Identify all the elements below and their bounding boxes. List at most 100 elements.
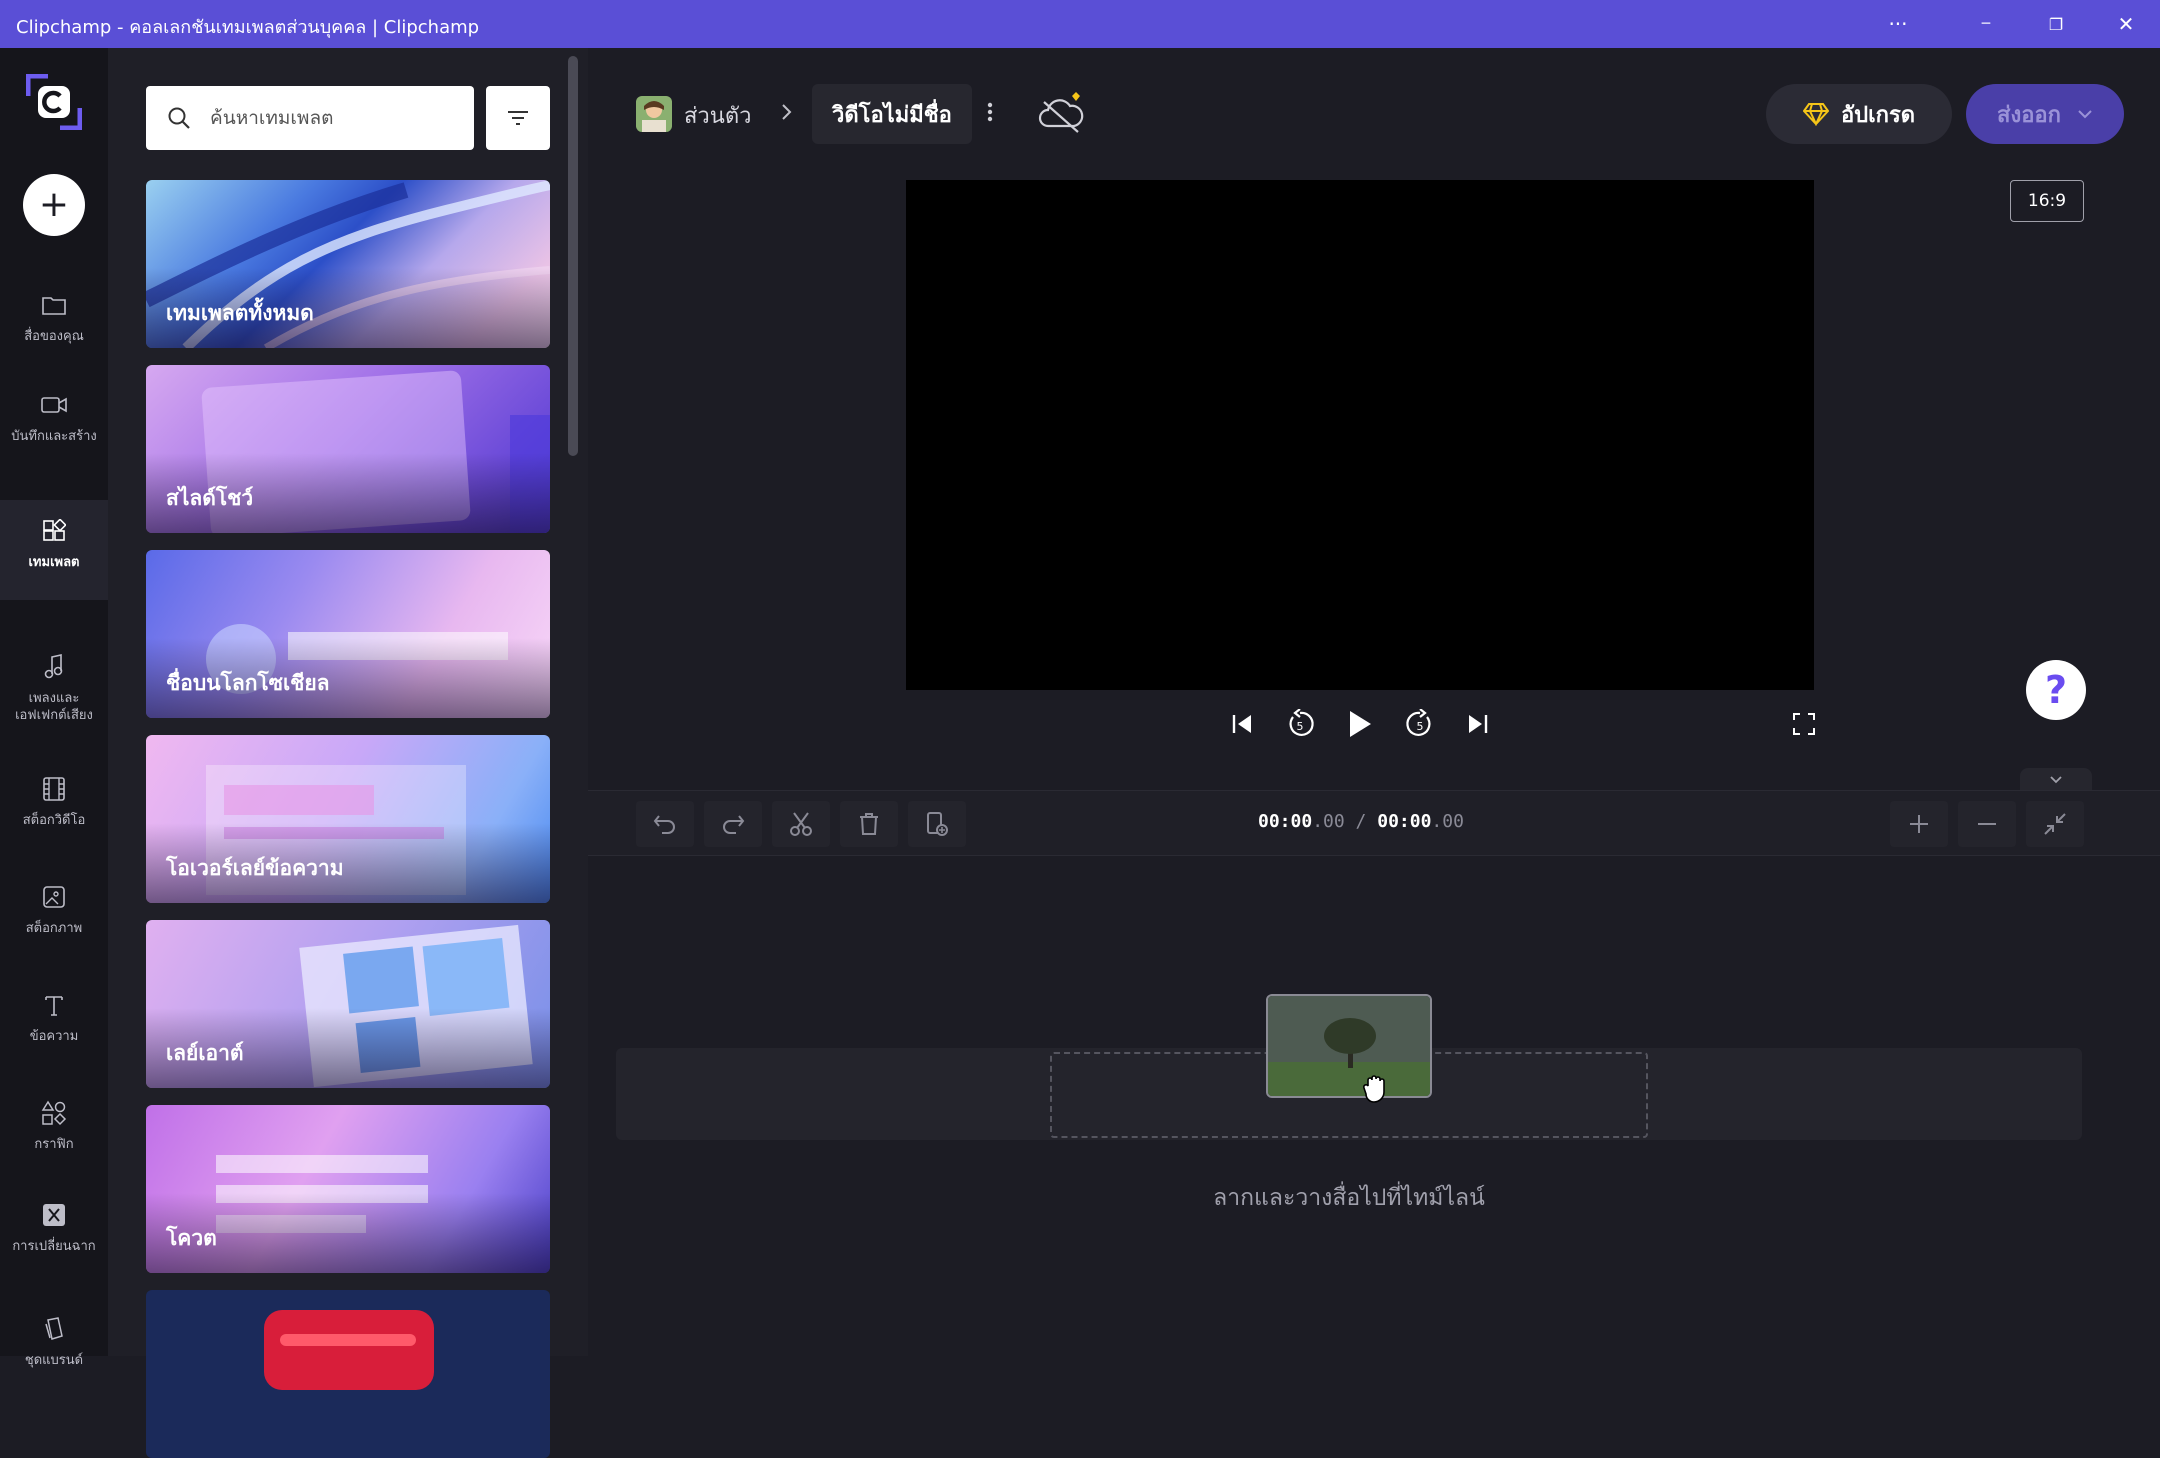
chevron-down-icon bbox=[2050, 776, 2062, 784]
video-camera-icon bbox=[39, 390, 69, 420]
rail-item-label: สื่อของคุณ bbox=[24, 329, 84, 344]
rail-item-label: เพลงและเอฟเฟกต์เสียง bbox=[15, 691, 93, 723]
template-search-input[interactable] bbox=[210, 107, 450, 129]
rail-item-your-media[interactable]: สื่อของคุณ bbox=[0, 290, 108, 374]
plus-icon: + bbox=[38, 184, 70, 225]
fullscreen-icon bbox=[1793, 713, 1815, 735]
avatar[interactable] bbox=[636, 96, 672, 132]
skip-to-end-button[interactable] bbox=[1458, 704, 1498, 744]
upgrade-label: อัปเกรด bbox=[1840, 102, 1916, 128]
aspect-ratio-button[interactable]: 16:9 bbox=[2010, 180, 2084, 222]
template-card-text-overlays[interactable]: โอเวอร์เลย์ข้อความ bbox=[146, 735, 550, 903]
filter-button[interactable] bbox=[486, 86, 550, 150]
rail-item-music-sfx[interactable]: เพลงและเอฟเฟกต์เสียง bbox=[0, 602, 108, 742]
left-navigation-rail: + สื่อของคุณ บันทึกและสร้าง เทมเพลต เพลง… bbox=[0, 48, 108, 1368]
forward-5-icon: 5 bbox=[1406, 709, 1431, 736]
collapse-timeline-button[interactable] bbox=[2020, 768, 2092, 792]
fit-timeline-button[interactable] bbox=[2026, 801, 2084, 847]
rail-item-label: สต็อกวิดีโอ bbox=[22, 813, 86, 828]
forward-5s-button[interactable]: 5 bbox=[1400, 704, 1440, 744]
restore-button[interactable]: ❐ bbox=[2022, 0, 2090, 48]
template-card-more[interactable] bbox=[146, 1290, 550, 1458]
scissors-icon bbox=[790, 812, 812, 836]
timeline-toolbar: 00:00.00 / 00:00.00 bbox=[588, 790, 2160, 856]
filter-icon bbox=[508, 111, 528, 125]
drop-hint-text: ลากและวางสื่อไปที่ไทม์ไลน์ bbox=[1213, 1185, 1485, 1211]
zoom-out-button[interactable] bbox=[1958, 801, 2016, 847]
undo-button[interactable] bbox=[636, 801, 694, 847]
total-time: 00:00 bbox=[1377, 811, 1432, 832]
more-options-button[interactable]: ··· bbox=[1864, 0, 1932, 48]
skip-to-start-button[interactable] bbox=[1222, 704, 1262, 744]
rail-item-graphics[interactable]: กราฟิก bbox=[0, 1098, 108, 1182]
rail-item-text[interactable]: ข้อความ bbox=[0, 990, 108, 1074]
export-button[interactable]: ส่งออก bbox=[1966, 84, 2124, 144]
close-button[interactable]: ✕ bbox=[2092, 0, 2160, 48]
zoom-in-button[interactable] bbox=[1890, 801, 1948, 847]
templates-panel: เทมเพลตทั้งหมด สไลด์โชว์ ชื่อบนโลกโซเชีย… bbox=[108, 48, 588, 1458]
upgrade-button[interactable]: อัปเกรด bbox=[1766, 84, 1952, 144]
workspace-breadcrumb[interactable]: ส่วนตัว bbox=[684, 98, 751, 133]
time-separator: / bbox=[1355, 811, 1367, 832]
rewind-5-icon: 5 bbox=[1289, 709, 1314, 736]
grab-cursor-icon bbox=[1362, 1075, 1385, 1103]
rewind-5s-button[interactable]: 5 bbox=[1280, 704, 1320, 744]
minimize-button[interactable]: ─ bbox=[1952, 0, 2020, 48]
fullscreen-button[interactable] bbox=[1784, 704, 1824, 744]
skip-back-icon bbox=[1232, 715, 1251, 733]
template-card-label: เทมเพลตทั้งหมด bbox=[166, 301, 314, 325]
window-title: Clipchamp - คอลเลกชันเทมเพลตส่วนบุคคล | … bbox=[16, 17, 480, 38]
help-button[interactable]: ? bbox=[2026, 660, 2086, 720]
template-card-quotes[interactable]: โควต bbox=[146, 1105, 550, 1273]
redo-button[interactable] bbox=[704, 801, 762, 847]
video-preview[interactable] bbox=[906, 180, 1814, 690]
rail-item-transitions[interactable]: การเปลี่ยนฉาก bbox=[0, 1200, 108, 1300]
dragged-media-thumbnail[interactable] bbox=[1266, 994, 1432, 1098]
kebab-menu-icon[interactable] bbox=[986, 100, 994, 124]
split-button[interactable] bbox=[772, 801, 830, 847]
add-media-button[interactable] bbox=[908, 801, 966, 847]
minus-icon bbox=[1978, 823, 1996, 825]
svg-text:5: 5 bbox=[1417, 720, 1424, 733]
template-card-label: ชื่อบนโลกโซเชียล bbox=[166, 671, 330, 695]
delete-button[interactable] bbox=[840, 801, 898, 847]
close-icon: ✕ bbox=[2117, 12, 2135, 36]
rail-item-templates[interactable]: เทมเพลต bbox=[0, 500, 108, 600]
cloud-off-icon[interactable] bbox=[1038, 92, 1086, 136]
template-card-label: โควต bbox=[166, 1226, 217, 1250]
project-name-field[interactable]: วิดีโอไม่มีชื่อ bbox=[812, 84, 972, 144]
rail-item-label: บันทึกและสร้าง bbox=[11, 429, 97, 444]
rail-item-label: ชุดแบรนด์ bbox=[24, 1353, 84, 1368]
template-card-all[interactable]: เทมเพลตทั้งหมด bbox=[146, 180, 550, 348]
templates-icon bbox=[39, 516, 69, 546]
editor-main: ส่วนตัว วิดีโอไม่มีชื่อ อัปเกรด ส่งออก 1… bbox=[588, 48, 2160, 1356]
chevron-down-icon bbox=[2078, 110, 2092, 119]
clipchamp-logo[interactable] bbox=[25, 73, 83, 131]
rail-item-record-create[interactable]: บันทึกและสร้าง bbox=[0, 390, 108, 490]
project-name: วิดีโอไม่มีชื่อ bbox=[832, 102, 952, 128]
film-icon bbox=[39, 774, 69, 804]
rail-item-stock-images[interactable]: สต็อกภาพ bbox=[0, 882, 108, 966]
duplicate-icon bbox=[927, 812, 948, 836]
rail-item-brand-kit[interactable]: ชุดแบรนด์ bbox=[0, 1314, 108, 1398]
template-card-label: โอเวอร์เลย์ข้อความ bbox=[166, 856, 344, 880]
rail-item-label: กราฟิก bbox=[34, 1137, 74, 1152]
create-new-button[interactable]: + bbox=[23, 174, 85, 236]
chevron-right-icon bbox=[782, 104, 792, 120]
template-card-label: เลย์เอาต์ bbox=[166, 1041, 244, 1065]
rail-item-stock-video[interactable]: สต็อกวิดีโอ bbox=[0, 774, 108, 858]
undo-icon bbox=[653, 815, 675, 834]
template-search-box bbox=[146, 86, 474, 150]
panel-scrollbar[interactable] bbox=[568, 56, 578, 456]
aspect-ratio-label: 16:9 bbox=[2027, 191, 2067, 211]
svg-text:5: 5 bbox=[1297, 720, 1304, 733]
total-time-fraction: .00 bbox=[1431, 811, 1464, 832]
current-time-fraction: .00 bbox=[1312, 811, 1345, 832]
template-card-slideshow[interactable]: สไลด์โชว์ bbox=[146, 365, 550, 533]
image-icon bbox=[39, 882, 69, 912]
template-card-social-handles[interactable]: ชื่อบนโลกโซเชียล bbox=[146, 550, 550, 718]
timecode: 00:00.00 / 00:00.00 bbox=[1258, 811, 1464, 832]
play-button[interactable] bbox=[1340, 704, 1380, 744]
template-card-layouts[interactable]: เลย์เอาต์ bbox=[146, 920, 550, 1088]
collapse-arrows-icon bbox=[2044, 813, 2066, 835]
